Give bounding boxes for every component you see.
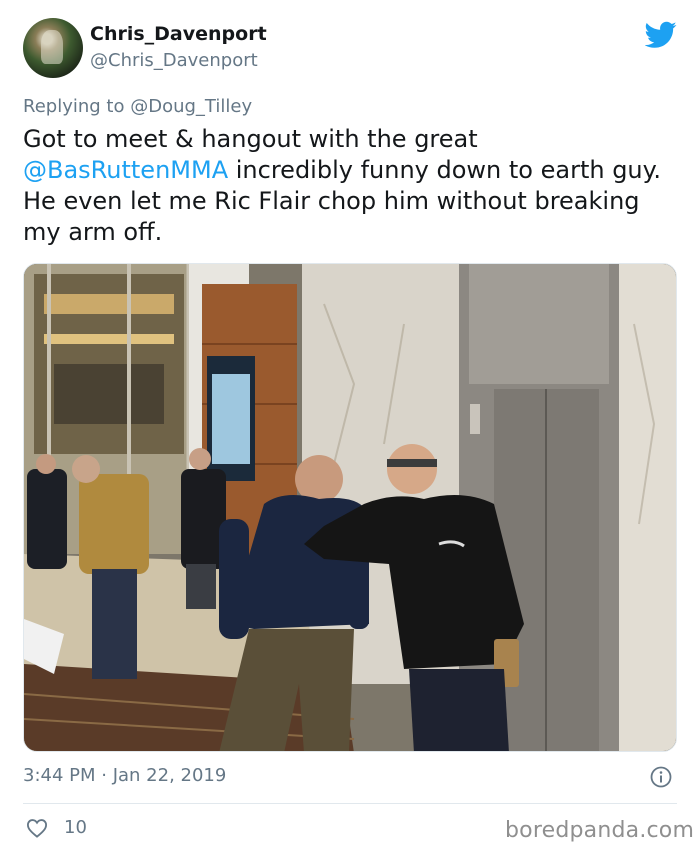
tweet-photo[interactable] <box>23 263 677 752</box>
reply-to-link[interactable]: @Doug_Tilley <box>130 96 252 117</box>
reply-context: Replying to @Doug_Tilley <box>23 96 252 117</box>
like-count: 10 <box>64 817 87 838</box>
mention-link[interactable]: @BasRuttenMMA <box>23 156 228 184</box>
tweet-timestamp[interactable]: 3:44 PM · Jan 22, 2019 <box>23 765 226 786</box>
tweet-text-part1: Got to meet & hangout with the great <box>23 125 478 153</box>
info-icon[interactable] <box>650 766 672 788</box>
tweet-card: Chris_Davenport @Chris_Davenport Replyin… <box>0 0 700 856</box>
watermark: boredpanda.com <box>505 818 695 843</box>
divider <box>23 803 677 804</box>
heart-icon[interactable] <box>26 818 48 838</box>
user-handle[interactable]: @Chris_Davenport <box>90 50 258 71</box>
display-name[interactable]: Chris_Davenport <box>90 23 267 45</box>
reply-prefix: Replying to <box>23 96 125 117</box>
twitter-bird-icon[interactable] <box>645 21 677 49</box>
avatar[interactable] <box>23 18 83 78</box>
tweet-text: Got to meet & hangout with the great @Bas… <box>23 124 673 248</box>
